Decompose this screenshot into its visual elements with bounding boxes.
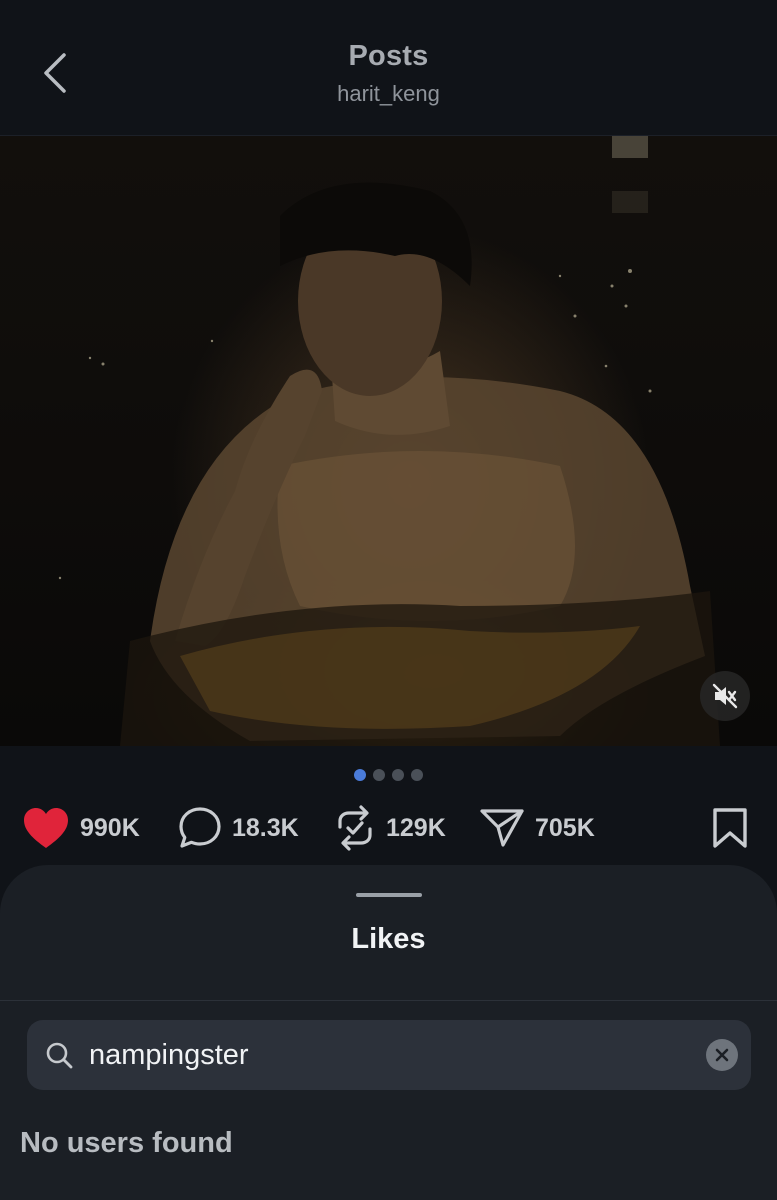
pager-dot[interactable] <box>354 769 366 781</box>
like-count: 990K <box>80 813 140 842</box>
carousel-pager <box>0 769 777 781</box>
post-photo <box>58 136 720 746</box>
sheet-drag-handle[interactable] <box>356 893 422 897</box>
search-input[interactable] <box>89 1020 689 1090</box>
share-icon <box>480 809 524 847</box>
page-title: Posts <box>348 40 429 72</box>
pager-dot[interactable] <box>392 769 404 781</box>
bookmark-icon <box>713 808 747 848</box>
repost-button[interactable]: 129K <box>334 800 446 856</box>
sheet-title: Likes <box>351 923 426 955</box>
top-bar: Posts harit_keng <box>0 0 777 136</box>
divider <box>0 1000 777 1001</box>
likes-search-bar <box>27 1020 751 1090</box>
clear-search-button[interactable] <box>706 1039 738 1071</box>
pager-dot[interactable] <box>411 769 423 781</box>
search-icon <box>46 1042 73 1069</box>
heart-icon <box>24 808 68 848</box>
post-screen: Posts harit_keng 990K 18.3K 129K 705K Li… <box>0 0 777 1200</box>
mute-toggle-button[interactable] <box>700 671 750 721</box>
pager-dot[interactable] <box>373 769 385 781</box>
clear-icon <box>715 1048 729 1062</box>
empty-results-message: No users found <box>20 1127 233 1159</box>
share-count: 705K <box>535 813 595 842</box>
repost-count: 129K <box>386 813 446 842</box>
share-button[interactable]: 705K <box>479 800 595 856</box>
likes-sheet: Likes No users found <box>0 865 777 1200</box>
comment-count: 18.3K <box>232 813 299 842</box>
header-titles: Posts harit_keng <box>0 40 777 107</box>
like-button[interactable]: 990K <box>22 800 140 856</box>
author-username[interactable]: harit_keng <box>0 81 777 107</box>
comment-icon <box>179 807 221 848</box>
bookmark-button[interactable] <box>711 800 749 856</box>
repost-icon <box>338 805 372 851</box>
comment-button[interactable]: 18.3K <box>178 800 299 856</box>
mute-icon <box>712 683 738 709</box>
post-action-bar: 990K 18.3K 129K 705K <box>0 800 777 856</box>
post-video[interactable] <box>0 136 777 746</box>
